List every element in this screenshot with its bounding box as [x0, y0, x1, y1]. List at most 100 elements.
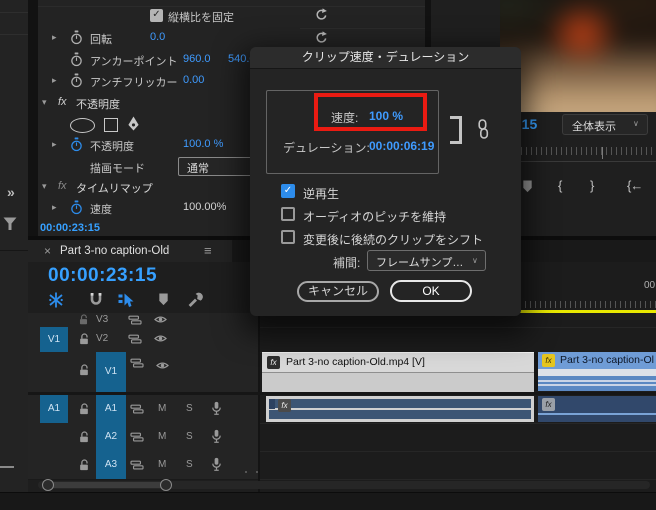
speed-value[interactable]: 100.00%	[183, 201, 226, 213]
premiere-pro-window: » ✓ 縦横比を固定 ▸ 回転 0.0 アンカーポイント 960.0 540.0…	[0, 0, 656, 510]
clip-title: Part 3-no caption-Old.mp4 [V]	[286, 356, 425, 368]
track-output-eye-icon[interactable]	[154, 314, 167, 325]
track-lock-icon[interactable]	[78, 364, 90, 376]
antiflicker-value[interactable]: 0.00	[183, 74, 204, 86]
clip-title: Part 3-no caption-Ol	[560, 354, 654, 366]
audio-clip-selected[interactable]: fx	[266, 396, 534, 422]
expand-caret-icon[interactable]: ▸	[52, 202, 57, 213]
filter-icon[interactable]	[3, 217, 17, 231]
track-target-v1[interactable]: V1	[96, 352, 126, 392]
collapse-caret-icon[interactable]: ▾	[42, 181, 47, 192]
ripple-edit-checkbox[interactable]	[281, 230, 295, 244]
program-video	[500, 0, 656, 112]
stopwatch-icon-active[interactable]	[70, 137, 83, 152]
track-lock-icon[interactable]	[78, 459, 90, 471]
add-marker-icon[interactable]	[157, 293, 170, 306]
expand-caret-icon[interactable]: ▸	[52, 75, 57, 86]
snap-starburst-icon[interactable]	[48, 292, 64, 308]
dialog-title[interactable]: クリップ速度・デュレーション	[250, 47, 521, 69]
timeline-zoom-scrollbar[interactable]	[38, 479, 650, 491]
track-header-v3: V3	[28, 313, 258, 328]
solo-button[interactable]: S	[186, 431, 193, 442]
video-clip-selected[interactable]: fx Part 3-no caption-Old.mp4 [V]	[262, 352, 534, 392]
timeline-settings-icon[interactable]	[188, 292, 204, 308]
pen-mask-icon[interactable]	[127, 116, 140, 131]
voiceover-mic-icon[interactable]	[210, 429, 223, 444]
track-header-a1: A1 A1 M S	[28, 395, 258, 424]
rotation-value[interactable]: 0.0	[150, 31, 165, 43]
scrollbar-handle-left[interactable]	[42, 479, 54, 491]
linked-selection-icon[interactable]	[118, 292, 134, 308]
track-lock-icon[interactable]	[78, 314, 89, 325]
anchor-point-x-value[interactable]: 960.0	[183, 53, 211, 65]
stopwatch-icon-active[interactable]	[70, 200, 83, 215]
track-label[interactable]: V3	[96, 314, 108, 325]
track-label[interactable]: V2	[96, 333, 108, 344]
track-output-eye-icon[interactable]	[156, 360, 169, 371]
rect-mask-icon[interactable]	[104, 118, 118, 132]
reset-icon[interactable]	[315, 31, 328, 44]
lock-aspect-checkbox[interactable]: ✓	[150, 9, 163, 22]
expand-caret-icon[interactable]: ▸	[52, 139, 57, 150]
solo-button[interactable]: S	[186, 403, 193, 414]
scrollbar-handle-right[interactable]	[160, 479, 172, 491]
duration-label: デュレーション:	[283, 141, 370, 155]
voiceover-mic-icon[interactable]	[210, 457, 223, 472]
sync-lock-icon[interactable]	[128, 314, 142, 326]
video-clip-next[interactable]: fx Part 3-no caption-Ol	[538, 352, 656, 391]
sync-lock-icon[interactable]	[130, 431, 144, 443]
duration-value[interactable]: 00:00:06:19	[369, 139, 434, 153]
stopwatch-icon[interactable]	[70, 30, 83, 45]
opacity-group-title[interactable]: 不透明度	[76, 96, 166, 112]
mute-button[interactable]: M	[158, 459, 166, 470]
timeline-tab[interactable]: × Part 3-no caption-Old ≡	[28, 240, 232, 262]
link-chain-icon[interactable]	[476, 119, 490, 139]
fx-badge-icon: fx	[542, 398, 555, 411]
timeremap-group-title[interactable]: タイムリマップ	[76, 180, 186, 196]
reset-icon[interactable]	[315, 8, 328, 21]
solo-button[interactable]: S	[186, 459, 193, 470]
ellipse-mask-icon[interactable]	[70, 118, 95, 133]
ok-button[interactable]: OK	[390, 280, 472, 302]
source-patch-a1[interactable]: A1	[40, 395, 68, 423]
mark-in-icon[interactable]: {	[558, 178, 562, 193]
magnet-snap-icon[interactable]	[88, 292, 104, 307]
maintain-pitch-checkbox[interactable]	[281, 207, 295, 221]
mute-button[interactable]: M	[158, 403, 166, 414]
track-lock-icon[interactable]	[78, 403, 90, 415]
track-lock-icon[interactable]	[78, 333, 90, 345]
panel-menu-icon[interactable]: ≡	[204, 243, 212, 258]
go-to-in-icon[interactable]: {←	[627, 178, 643, 193]
sync-lock-icon[interactable]	[130, 357, 144, 369]
expand-caret-icon[interactable]: ▸	[52, 32, 57, 43]
sync-lock-icon[interactable]	[128, 333, 142, 345]
source-patch-v1[interactable]: V1	[40, 327, 68, 352]
zoom-level-select[interactable]: 全体表示 ∨	[562, 114, 648, 135]
mark-out-icon[interactable]: }	[590, 178, 594, 193]
voiceover-mic-icon[interactable]	[210, 401, 223, 416]
effect-controls-timecode[interactable]: 00:00:23:15	[40, 222, 100, 234]
tab-close-icon[interactable]: ×	[44, 244, 51, 258]
mute-button[interactable]: M	[158, 431, 166, 442]
track-lock-icon[interactable]	[78, 431, 90, 443]
reverse-speed-checkbox[interactable]: ✓	[281, 184, 295, 198]
timeline-timecode[interactable]: 00:00:23:15	[48, 265, 157, 287]
sync-lock-icon[interactable]	[130, 459, 144, 471]
audio-clip-next[interactable]: fx	[538, 396, 656, 422]
track-target-a3[interactable]: A3	[96, 451, 126, 479]
track-target-a2[interactable]: A2	[96, 423, 126, 451]
panel-expand-icon[interactable]: »	[7, 184, 15, 200]
track-target-a1[interactable]: A1	[96, 395, 126, 423]
add-marker-icon[interactable]	[521, 180, 534, 193]
fx-badge-icon: fx	[542, 354, 555, 367]
stopwatch-icon[interactable]	[70, 73, 83, 88]
stopwatch-icon[interactable]	[70, 52, 83, 67]
collapse-caret-icon[interactable]: ▾	[42, 97, 47, 108]
sync-lock-icon[interactable]	[130, 403, 144, 415]
track-output-eye-icon[interactable]	[154, 333, 167, 344]
opacity-value[interactable]: 100.0 %	[183, 138, 223, 150]
collapsed-panel-handle[interactable]	[0, 466, 14, 468]
interpolation-select[interactable]: フレームサンプ… ∨	[367, 250, 486, 271]
cancel-button[interactable]: キャンセル	[297, 281, 379, 302]
track-header-a3: A3 M S	[28, 451, 258, 480]
